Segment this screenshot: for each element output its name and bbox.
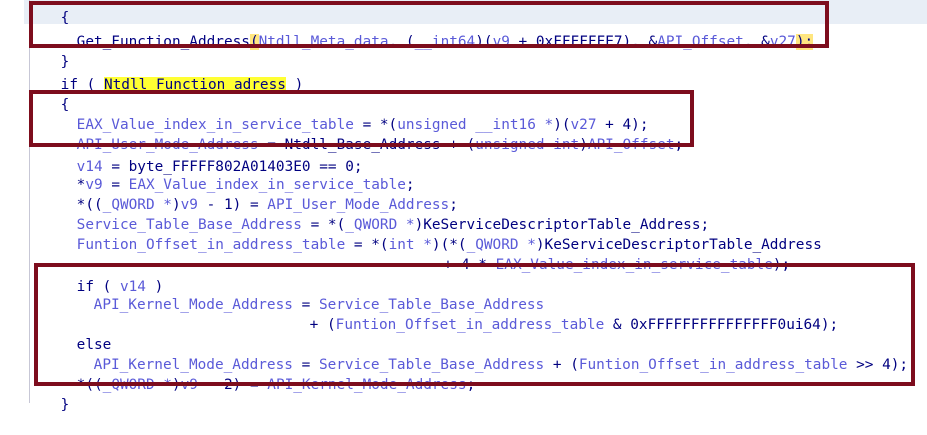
code-line-funtion-offset[interactable]: Funtion_Offset_in_address_table = *(int … [42, 215, 822, 253]
annotation-box-index-and-address [29, 90, 694, 147]
annotation-box-kernel-address [34, 263, 915, 386]
code-line-qword-v9-1[interactable]: *((_QWORD *)v9 - 1) = API_User_Mode_Addr… [42, 175, 458, 213]
code-line-service-table-base[interactable]: Service_Table_Base_Address = *(_QWORD *)… [42, 195, 710, 233]
code-line-if-ntdll[interactable]: if ( Ntdll_Function_adress ) [26, 55, 303, 93]
code-line-v9-assign[interactable]: *v9 = EAX_Value_index_in_service_table; [42, 155, 415, 193]
code-line-continuation[interactable]: + 4 * EAX_Value_index_in_service_table); [409, 235, 791, 273]
annotation-box-function-call [29, 1, 829, 48]
code-viewer: { Get_Function_Address(Ntdll_Meta_data, … [0, 0, 927, 413]
